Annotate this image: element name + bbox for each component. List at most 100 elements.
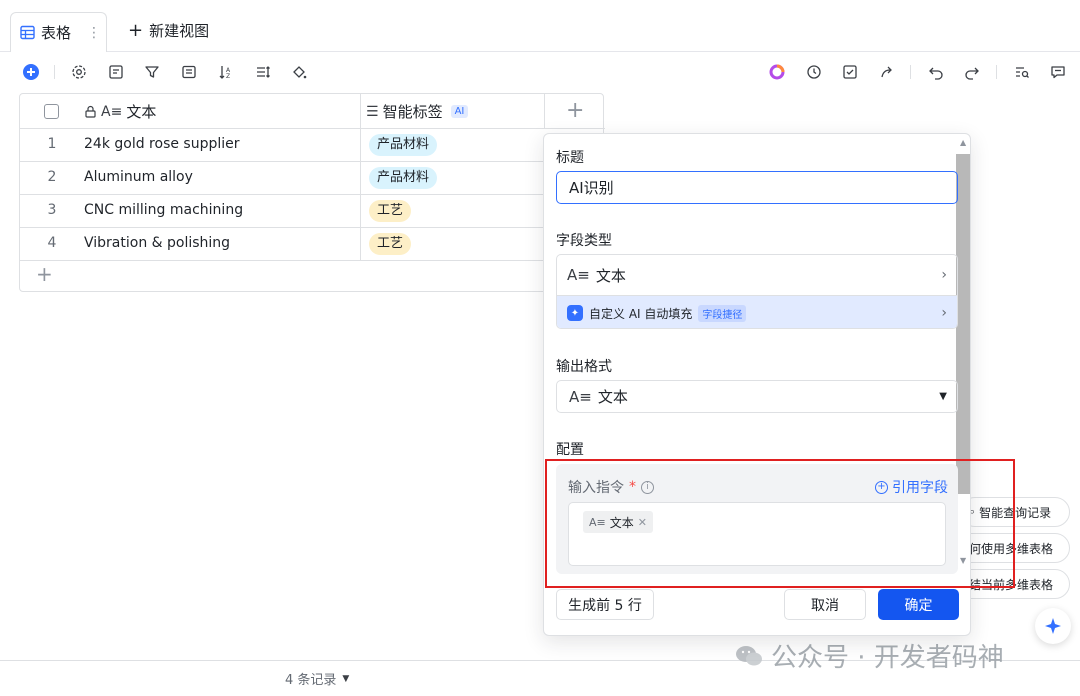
ai-ring-icon (769, 64, 785, 80)
row-number: 1 (47, 136, 57, 152)
cell-tag[interactable]: 产品材料 (369, 167, 438, 189)
gear-icon (72, 65, 86, 79)
toolbar: AZ (0, 56, 1080, 90)
caret-down-icon: ▼ (939, 391, 947, 402)
column-header-text[interactable]: A≡ 文本 (84, 94, 156, 129)
highlight-frame (545, 459, 1015, 588)
task-button[interactable] (840, 62, 860, 82)
grid-header: A≡ 文本 ☰ 智能标签 AI + (20, 94, 605, 129)
field-type-label: 字段类型 (556, 233, 612, 249)
group-button[interactable] (179, 62, 199, 82)
panel-scrollbar[interactable] (956, 154, 970, 494)
title-input-value: AI识别 (569, 179, 614, 197)
cell-text[interactable]: 24k gold rose supplier (84, 136, 240, 152)
add-column-button[interactable]: + (566, 100, 584, 122)
table-row[interactable]: 1 24k gold rose supplier 产品材料 (20, 129, 605, 162)
sort-button[interactable]: AZ (216, 62, 236, 82)
cell-text[interactable]: Vibration & polishing (84, 235, 230, 251)
config-label: 配置 (556, 442, 584, 458)
scroll-up-icon[interactable]: ▲ (960, 138, 966, 147)
chevron-right-icon: › (941, 267, 947, 283)
row-height-button[interactable] (253, 62, 273, 82)
table-icon (20, 25, 35, 40)
ai-assistant-fab[interactable] (1035, 608, 1071, 644)
comment-button[interactable] (1048, 62, 1068, 82)
share-icon (881, 66, 892, 78)
undo-button[interactable] (926, 62, 946, 82)
generate-label: 生成前 5 行 (568, 597, 642, 614)
field-type-selector: A≡ 文本 › ✦ 自定义 AI 自动填充 字段捷径 › (556, 254, 958, 329)
ai-assistant-button[interactable] (767, 62, 787, 82)
add-circle-icon (23, 64, 39, 80)
table-row[interactable]: 4 Vibration & polishing 工艺 (20, 228, 605, 261)
settings-button[interactable] (69, 62, 89, 82)
sparkle-icon (1045, 618, 1061, 634)
filter-button[interactable] (142, 62, 162, 82)
watermark: 公众号 · 开发者码神 (735, 637, 1004, 674)
record-count[interactable]: 4 条记录 ▼ (285, 669, 349, 688)
title-input[interactable]: AI识别 (556, 171, 958, 204)
confirm-button[interactable]: 确定 (878, 589, 959, 620)
confirm-label: 确定 (904, 597, 933, 614)
cell-text[interactable]: Aluminum alloy (84, 169, 193, 185)
find-button[interactable] (1012, 62, 1032, 82)
field-type-value: 文本 (595, 266, 626, 285)
share-button[interactable] (877, 62, 897, 82)
cell-tag[interactable]: 产品材料 (369, 134, 438, 156)
tab-table[interactable]: 表格 ⋮ (10, 12, 107, 52)
column-header-label: 智能标签 (382, 103, 443, 121)
record-count-label: 4 条记录 (285, 673, 337, 688)
caret-down-icon: ▼ (342, 673, 350, 684)
undo-icon (929, 67, 943, 80)
comment-icon (1051, 66, 1065, 79)
add-row-button[interactable]: + (36, 264, 53, 284)
plus-icon: + (128, 20, 144, 41)
text-type-icon: A≡ (101, 103, 123, 120)
output-format-label: 输出格式 (556, 359, 612, 375)
more-vertical-icon[interactable]: ⋮ (87, 25, 101, 41)
ai-option-label: 自定义 AI 自动填充 (589, 306, 693, 321)
fill-color-button[interactable] (289, 62, 309, 82)
cancel-label: 取消 (811, 597, 839, 614)
search-list-icon (1016, 67, 1029, 78)
ai-badge: AI (450, 105, 469, 118)
column-header-smart-tag[interactable]: ☰ 智能标签 AI (366, 94, 469, 129)
text-type-icon: A≡ (569, 387, 592, 406)
output-format-select[interactable]: A≡ 文本 ▼ (556, 380, 958, 413)
automation-button[interactable] (804, 62, 824, 82)
form-button[interactable] (106, 62, 126, 82)
cell-tag[interactable]: 工艺 (369, 200, 412, 222)
form-icon (109, 65, 123, 79)
cancel-button[interactable]: 取消 (784, 589, 866, 620)
data-grid: A≡ 文本 ☰ 智能标签 AI + 1 24k gold rose suppli… (19, 93, 605, 292)
field-type-option-ai[interactable]: ✦ 自定义 AI 自动填充 字段捷径 › (557, 296, 957, 328)
row-number: 4 (47, 235, 57, 251)
table-row[interactable]: 2 Aluminum alloy 产品材料 (20, 162, 605, 195)
tab-table-label: 表格 (41, 24, 72, 42)
row-number: 2 (47, 169, 57, 185)
field-shortcut-badge: 字段捷径 (698, 304, 747, 322)
paint-bucket-icon (293, 66, 307, 79)
text-type-icon: A≡ (567, 266, 590, 284)
checkbox-icon (843, 65, 857, 79)
cell-text[interactable]: CNC milling machining (84, 202, 243, 218)
output-format-value: 文本 (597, 388, 628, 406)
watermark-text: 公众号 · 开发者码神 (771, 643, 1004, 673)
row-number: 3 (47, 202, 57, 218)
view-tab-bar: 表格 ⋮ + 新建视图 (0, 0, 1080, 52)
redo-button[interactable] (962, 62, 982, 82)
new-view-button[interactable]: + 新建视图 (128, 20, 209, 41)
table-row[interactable]: 3 CNC milling machining 工艺 (20, 195, 605, 228)
cell-tag[interactable]: 工艺 (369, 233, 412, 255)
add-record-button[interactable] (21, 62, 41, 82)
redo-icon (965, 67, 979, 80)
row-height-icon (257, 66, 270, 78)
list-icon (182, 65, 196, 79)
select-all-checkbox[interactable] (44, 104, 59, 119)
title-label: 标题 (556, 150, 584, 166)
checklist-icon: ☰ (366, 103, 379, 120)
chevron-right-icon: › (941, 305, 947, 321)
field-type-option-text[interactable]: A≡ 文本 › (557, 255, 957, 296)
generate-preview-button[interactable]: 生成前 5 行 (556, 589, 654, 620)
lock-icon (85, 105, 96, 118)
